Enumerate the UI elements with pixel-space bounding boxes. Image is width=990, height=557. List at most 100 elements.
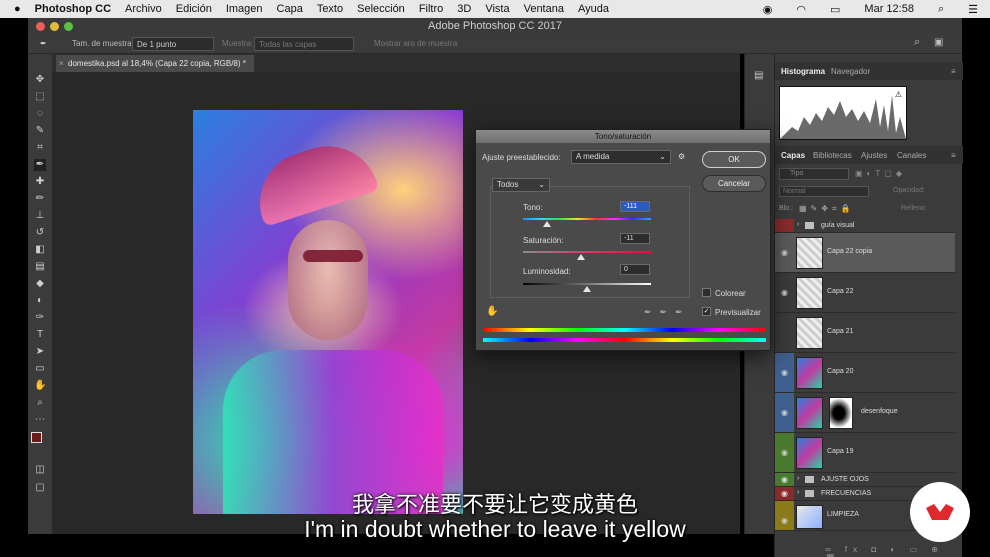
shape-tool-icon[interactable]: ▭ <box>34 363 46 375</box>
hue-field[interactable]: -111 <box>620 201 650 212</box>
path-select-icon[interactable]: ➤ <box>34 346 46 358</box>
group-expand-icon[interactable]: › <box>797 221 799 228</box>
menu-ventana[interactable]: Ventana <box>524 3 564 15</box>
apple-icon[interactable]: ● <box>14 3 21 15</box>
visibility-eye-icon[interactable]: ◉ <box>781 248 788 257</box>
stamp-tool-icon[interactable]: ⊥ <box>34 210 46 222</box>
quick-select-icon[interactable]: ✎ <box>34 125 46 137</box>
tab-adjustments[interactable]: Ajustes <box>861 151 887 160</box>
layer-row[interactable]: ◉ Capa 22 copia <box>775 233 955 273</box>
record-icon[interactable]: ◉ <box>763 3 773 16</box>
search-icon[interactable]: ⌕ <box>914 36 920 49</box>
group-expand-icon[interactable]: › <box>797 475 799 482</box>
search-icon[interactable]: ⌕ <box>938 3 944 16</box>
quick-mask-icon[interactable]: ◫ <box>34 464 46 476</box>
brush-tool-icon[interactable]: ✏ <box>34 193 46 205</box>
warning-icon[interactable]: ⚠ <box>895 90 902 99</box>
visibility-eye-icon[interactable]: ◉ <box>781 408 788 417</box>
saturation-field[interactable]: -11 <box>620 233 650 244</box>
workspace-icon[interactable]: ▣ <box>934 37 943 48</box>
blend-mode-select[interactable]: Normal <box>779 186 869 197</box>
visibility-eye-icon[interactable]: ◉ <box>781 475 788 484</box>
menu-filtro[interactable]: Filtro <box>419 3 443 15</box>
colorize-checkbox[interactable] <box>702 288 711 297</box>
hand-tool-icon[interactable]: ✋ <box>34 380 46 392</box>
hue-slider-track[interactable] <box>523 218 651 220</box>
preview-checkbox[interactable]: ✓ <box>702 307 711 316</box>
foreground-color-swatch[interactable] <box>31 432 42 443</box>
tab-channels[interactable]: Canales <box>897 151 926 160</box>
sample-size-select[interactable]: De 1 punto <box>132 37 214 51</box>
menu-texto[interactable]: Texto <box>317 3 343 15</box>
layer-row[interactable]: ◉ desenfoque <box>775 393 955 433</box>
menu-edicion[interactable]: Edición <box>176 3 212 15</box>
clock[interactable]: Mar 12:58 <box>864 3 914 15</box>
menu-capa[interactable]: Capa <box>277 3 303 15</box>
eyedropper-icons[interactable]: ✒✒✒ <box>644 307 691 318</box>
layer-row[interactable]: ◉ Capa 20 <box>775 353 955 393</box>
zoom-icon[interactable] <box>64 22 73 31</box>
tab-navigator[interactable]: Navegador <box>831 67 870 76</box>
sample-select[interactable]: Todas las capas <box>254 37 354 51</box>
document-image[interactable] <box>193 110 463 514</box>
more-tools-icon[interactable]: ⋯ <box>34 414 46 426</box>
zoom-tool-icon[interactable]: ⌕ <box>34 397 46 409</box>
menu-ayuda[interactable]: Ayuda <box>578 3 609 15</box>
layers-footer-icons[interactable]: ∞ fx ◘ ◐ ▭ ⊕ 🗑 <box>825 545 962 557</box>
layer-group-row[interactable]: › guía visual <box>775 219 955 233</box>
close-tab-icon[interactable]: × <box>59 55 64 72</box>
healing-brush-icon[interactable]: ✚ <box>34 176 46 188</box>
panel-menu-icon[interactable]: ≡ <box>951 151 956 160</box>
layer-row[interactable]: ◉ Capa 19 <box>775 433 955 473</box>
tab-layers[interactable]: Capas <box>781 151 805 160</box>
document-tab[interactable]: × domestika.psd al 18,4% (Capa 22 copia,… <box>56 55 254 72</box>
menu-imagen[interactable]: Imagen <box>226 3 263 15</box>
type-tool-icon[interactable]: T <box>34 329 46 341</box>
tab-libraries[interactable]: Bibliotecas <box>813 151 852 160</box>
tab-histogram[interactable]: Histograma <box>781 67 825 76</box>
visibility-eye-icon[interactable]: ◉ <box>781 288 788 297</box>
cancel-button[interactable]: Cancelar <box>702 175 766 192</box>
lock-icons[interactable]: ▦✎✥⌗🔒 <box>799 204 854 214</box>
channel-select[interactable]: Todos ⌄ <box>492 178 550 192</box>
gradient-tool-icon[interactable]: ▤ <box>34 261 46 273</box>
menu-seleccion[interactable]: Selección <box>357 3 405 15</box>
eraser-tool-icon[interactable]: ◧ <box>34 244 46 256</box>
eyedropper-tool-icon[interactable]: ✒ <box>34 159 46 171</box>
lasso-tool-icon[interactable]: ◌ <box>34 108 46 120</box>
layer-filter-select[interactable]: Tipo <box>779 168 849 180</box>
visibility-eye-icon[interactable]: ◉ <box>781 368 788 377</box>
menu-archivo[interactable]: Archivo <box>125 3 162 15</box>
panel-menu-icon[interactable]: ≡ <box>951 67 956 76</box>
app-menu[interactable]: Photoshop CC <box>35 3 111 15</box>
layer-row[interactable]: Capa 21 <box>775 313 955 353</box>
dodge-tool-icon[interactable]: ◐ <box>34 295 46 307</box>
minimize-icon[interactable] <box>50 22 59 31</box>
menu-vista[interactable]: Vista <box>485 3 509 15</box>
wifi-icon[interactable]: ◠ <box>796 3 806 16</box>
eyedropper-icon[interactable]: ✒ <box>40 39 47 48</box>
lightness-slider-track[interactable] <box>523 283 651 285</box>
crop-tool-icon[interactable]: ⌗ <box>34 142 46 154</box>
preset-select[interactable]: A medida ⌄ <box>571 150 671 164</box>
blur-tool-icon[interactable]: ◆ <box>34 278 46 290</box>
saturation-slider-track[interactable] <box>523 251 651 253</box>
saturation-slider-thumb[interactable] <box>576 254 585 260</box>
hue-slider-thumb[interactable] <box>543 221 552 227</box>
lightness-field[interactable]: 0 <box>620 264 650 275</box>
show-ring-label[interactable]: Mostrar aro de muestra <box>374 39 457 48</box>
properties-icon[interactable]: ▤ <box>754 70 763 81</box>
menu-3d[interactable]: 3D <box>457 3 471 15</box>
layer-filter-icons[interactable]: ▣◐T▢◆ <box>855 169 906 178</box>
layer-mask-thumbnail[interactable] <box>829 397 853 429</box>
close-icon[interactable] <box>36 22 45 31</box>
gear-icon[interactable]: ⚙ <box>678 152 685 161</box>
pen-tool-icon[interactable]: ✑ <box>34 312 46 324</box>
layer-row[interactable]: ◉ Capa 22 <box>775 273 955 313</box>
move-tool-icon[interactable]: ✥ <box>34 74 46 86</box>
targeted-adjust-hand-icon[interactable]: ✋ <box>486 306 498 317</box>
ok-button[interactable]: OK <box>702 151 766 168</box>
visibility-eye-icon[interactable]: ◉ <box>781 448 788 457</box>
marquee-tool-icon[interactable]: ⬚ <box>34 91 46 103</box>
menu-list-icon[interactable]: ☰ <box>968 3 978 16</box>
